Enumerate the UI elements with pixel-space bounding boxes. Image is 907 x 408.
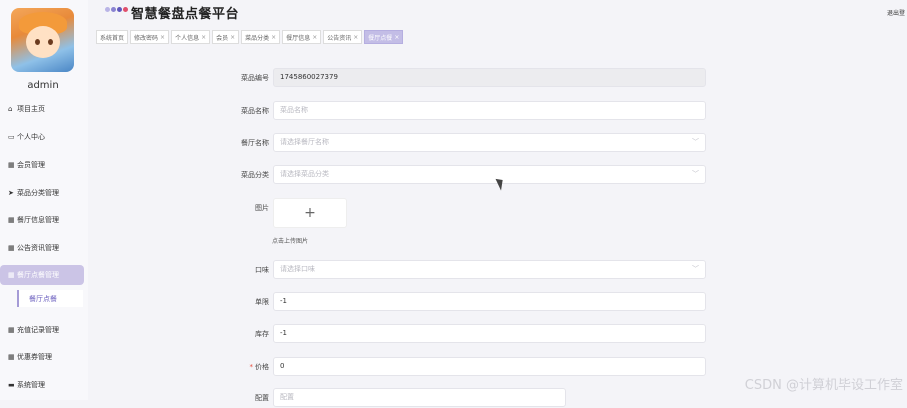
chevron-down-icon: ﹀ xyxy=(692,170,699,178)
tab-change-password[interactable]: 修改密码 × xyxy=(130,30,170,44)
logo-icon xyxy=(105,7,128,12)
dish-no-field: 1745860027379 xyxy=(273,68,706,87)
required-marker: * xyxy=(249,363,254,371)
category-select[interactable]: 请选择菜品分类 ﹀ xyxy=(273,165,706,184)
grid-icon: ▦ xyxy=(8,161,15,169)
sidebar: admin ⌂ 项目主页 ▭ 个人中心 ▦ 会员管理 ➤ 菜品分类管理 ▦ 餐厅信息管理 … xyxy=(0,0,88,400)
sidebar-item-restaurant[interactable]: ▦ 餐厅信息管理 xyxy=(8,211,86,229)
tab-bar: 系统首页 修改密码 × 个人信息 × 会员 × 菜品分类 × 餐厅信息 × 公告资讯 × 餐… xyxy=(96,30,404,44)
upload-hint: 点击上传图片 xyxy=(272,238,309,245)
close-icon[interactable]: × xyxy=(201,34,206,41)
sidebar-item-system[interactable]: ▬ 系统管理 xyxy=(8,376,86,394)
chevron-down-icon: ﹀ xyxy=(692,138,699,146)
restaurant-label: 餐厅名称 xyxy=(241,139,269,147)
restaurant-placeholder: 请选择餐厅名称 xyxy=(280,138,329,146)
price-input[interactable]: 0 xyxy=(273,357,706,376)
sidebar-item-label: 会员管理 xyxy=(17,161,45,169)
sidebar-item-label: 菜品分类管理 xyxy=(17,189,59,197)
tab-label: 餐厅点餐 xyxy=(368,34,393,42)
sidebar-item-members[interactable]: ▦ 会员管理 xyxy=(8,156,86,174)
sidebar-item-recharge[interactable]: ▦ 充值记录管理 xyxy=(8,321,86,339)
sidebar-item-profile[interactable]: ▭ 个人中心 xyxy=(8,128,86,146)
grid-icon: ▦ xyxy=(8,271,15,279)
grid-icon: ▦ xyxy=(8,326,15,334)
grid-icon: ▦ xyxy=(8,353,15,361)
send-icon: ➤ xyxy=(8,189,14,197)
grid-icon: ▦ xyxy=(8,244,15,252)
sidebar-item-label: 充值记录管理 xyxy=(17,326,59,334)
page-title: 智慧餐盘点餐平台 xyxy=(131,7,240,22)
extra-input[interactable]: 配置 xyxy=(273,388,566,407)
sidebar-item-label: 餐厅信息管理 xyxy=(17,216,59,224)
price-label: * 价格 xyxy=(250,357,270,377)
home-icon: ⌂ xyxy=(8,105,13,113)
taste-placeholder: 请选择口味 xyxy=(280,265,315,273)
image-label: 图片 xyxy=(255,204,269,212)
grid-icon: ▦ xyxy=(8,216,15,224)
logout-button[interactable]: 退出登 xyxy=(887,8,905,17)
sidebar-item-label: 餐厅点餐管理 xyxy=(17,271,59,279)
submenu-item-ordering[interactable]: 餐厅点餐 xyxy=(17,290,83,307)
tab-members[interactable]: 会员 × xyxy=(212,30,240,44)
tab-ordering[interactable]: 餐厅点餐 × xyxy=(364,30,404,44)
close-icon[interactable]: × xyxy=(312,34,317,41)
dish-name-label: 菜品名称 xyxy=(241,107,269,115)
price-label-text: 价格 xyxy=(255,363,269,371)
tab-label: 系统首页 xyxy=(100,34,125,42)
sidebar-item-label: 公告资讯管理 xyxy=(17,244,59,252)
close-icon[interactable]: × xyxy=(353,34,358,41)
extra-label: 配置 xyxy=(255,394,269,402)
watermark: CSDN @计算机毕设工作室 xyxy=(744,378,903,393)
image-upload-button[interactable]: + xyxy=(273,198,347,228)
sidebar-item-coupons[interactable]: ▦ 优惠券管理 xyxy=(8,348,86,366)
tab-label: 餐厅信息 xyxy=(286,34,311,42)
avatar xyxy=(11,8,74,72)
tab-personal-info[interactable]: 个人信息 × xyxy=(171,30,211,44)
tab-label: 公告资讯 xyxy=(327,34,352,42)
taste-label: 口味 xyxy=(255,266,269,274)
sidebar-item-news[interactable]: ▦ 公告资讯管理 xyxy=(8,239,86,257)
dish-no-label: 菜品编号 xyxy=(241,74,269,82)
tab-dish-category[interactable]: 菜品分类 × xyxy=(241,30,281,44)
sidebar-item-label: 系统管理 xyxy=(17,381,45,389)
tab-home[interactable]: 系统首页 xyxy=(96,30,129,44)
tab-label: 菜品分类 xyxy=(245,34,270,42)
taste-select[interactable]: 请选择口味 ﹀ xyxy=(273,260,706,279)
sidebar-item-ordering[interactable]: ▦ 餐厅点餐管理 xyxy=(0,265,84,285)
close-icon[interactable]: × xyxy=(230,34,235,41)
username: admin xyxy=(27,80,59,91)
category-label: 菜品分类 xyxy=(241,171,269,179)
stock-input[interactable]: -1 xyxy=(273,324,706,343)
tab-label: 修改密码 xyxy=(134,34,159,42)
chevron-down-icon: ﹀ xyxy=(692,265,699,273)
tab-restaurant-info[interactable]: 餐厅信息 × xyxy=(282,30,322,44)
close-icon[interactable]: × xyxy=(394,34,399,41)
tab-label: 个人信息 xyxy=(175,34,200,42)
restaurant-select[interactable]: 请选择餐厅名称 ﹀ xyxy=(273,133,706,152)
sidebar-item-home[interactable]: ⌂ 项目主页 xyxy=(8,100,86,118)
sidebar-item-label: 项目主页 xyxy=(17,105,45,113)
sidebar-item-label: 优惠券管理 xyxy=(17,353,52,361)
close-icon[interactable]: × xyxy=(160,34,165,41)
stock-label: 库存 xyxy=(255,330,269,338)
limit-input[interactable]: -1 xyxy=(273,292,706,311)
briefcase-icon: ▬ xyxy=(8,381,15,389)
tab-label: 会员 xyxy=(216,34,229,42)
tab-news[interactable]: 公告资讯 × xyxy=(323,30,363,44)
sidebar-item-label: 个人中心 xyxy=(17,133,45,141)
category-placeholder: 请选择菜品分类 xyxy=(280,170,329,178)
dish-name-input[interactable]: 菜品名称 xyxy=(273,101,706,120)
limit-label: 单限 xyxy=(255,298,269,306)
dish-form: 菜品编号 1745860027379 菜品名称 菜品名称 餐厅名称 请选择餐厅名… xyxy=(88,44,907,407)
card-icon: ▭ xyxy=(8,133,15,141)
sidebar-item-dish-category[interactable]: ➤ 菜品分类管理 xyxy=(8,184,86,202)
close-icon[interactable]: × xyxy=(271,34,276,41)
plus-icon: + xyxy=(304,205,316,221)
